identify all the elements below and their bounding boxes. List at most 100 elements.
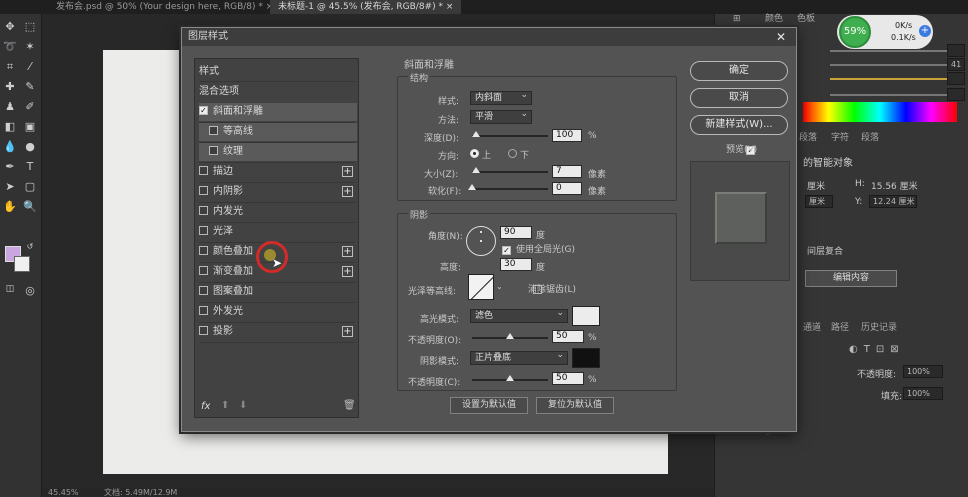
document-tab-2[interactable]: 未标题-1 @ 45.5% (发布会, RGB/8#) * ×: [270, 0, 462, 14]
color-value-g[interactable]: 41: [947, 58, 965, 71]
stamp-tool-icon[interactable]: ♟: [2, 100, 18, 114]
tab-channels[interactable]: 通道: [803, 320, 821, 333]
reset-default-button[interactable]: 复位为默认值: [536, 397, 614, 414]
style-item[interactable]: 描边 +: [199, 163, 357, 181]
shadow-opacity-thumb[interactable]: [506, 375, 514, 381]
dodge-tool-icon[interactable]: ●: [22, 140, 38, 154]
path-select-icon[interactable]: ➤: [2, 180, 18, 194]
healing-brush-icon[interactable]: ✚: [2, 80, 18, 94]
add-effect-icon[interactable]: +: [342, 166, 353, 177]
size-slider[interactable]: [472, 171, 548, 173]
style-item-checkbox[interactable]: [199, 305, 208, 315]
type-tool-icon[interactable]: T: [22, 160, 38, 174]
soften-slider-thumb[interactable]: [468, 184, 476, 190]
depth-slider[interactable]: [472, 135, 548, 137]
gloss-contour-picker[interactable]: [468, 274, 494, 300]
style-item-checkbox[interactable]: [199, 285, 208, 295]
gradient-tool-icon[interactable]: ▣: [22, 120, 38, 134]
layer-filter-icons[interactable]: ◐T⊡⊠: [849, 344, 905, 355]
trash-icon[interactable]: 🗑: [343, 400, 356, 411]
highlight-mode-select[interactable]: 滤色: [470, 307, 568, 323]
tab-history[interactable]: 历史记录: [861, 320, 897, 333]
shape-tool-icon[interactable]: ▢: [22, 180, 38, 194]
altitude-input[interactable]: 30: [500, 258, 532, 271]
add-effect-icon[interactable]: +: [342, 186, 353, 197]
depth-input[interactable]: 100: [552, 129, 582, 142]
tab-paths[interactable]: 路径: [831, 320, 849, 333]
direction-down-radio[interactable]: [508, 149, 517, 158]
style-item[interactable]: 内发光: [199, 203, 357, 221]
soften-input[interactable]: 0: [552, 182, 582, 195]
chevron-down-icon[interactable]: ⌄: [496, 282, 503, 291]
fill-field[interactable]: 100%: [903, 387, 943, 400]
make-default-button[interactable]: 设置为默认值: [450, 397, 528, 414]
move-up-icon[interactable]: ⬆: [221, 400, 229, 411]
add-icon[interactable]: +: [919, 25, 931, 37]
x-field[interactable]: 厘米: [805, 195, 833, 208]
blend-options-item[interactable]: 混合选项: [199, 83, 357, 101]
h-value[interactable]: 15.56 厘米: [871, 179, 918, 192]
tab-character[interactable]: 字符: [831, 130, 849, 143]
lasso-tool-icon[interactable]: ➰: [2, 40, 18, 54]
style-item[interactable]: 光泽: [199, 223, 357, 241]
color-spectrum[interactable]: [803, 102, 957, 122]
blend-field[interactable]: 间层复合: [807, 244, 843, 257]
crop-tool-icon[interactable]: ⌗: [2, 60, 18, 74]
style-select[interactable]: 内斜面: [470, 89, 532, 105]
ok-button[interactable]: 确定: [690, 61, 788, 81]
background-color-swatch[interactable]: [14, 256, 30, 272]
tab-paragraph-2[interactable]: 段落: [861, 130, 879, 143]
size-slider-thumb[interactable]: [472, 167, 480, 173]
tab-color[interactable]: 颜色: [765, 11, 783, 24]
brush-tool-icon[interactable]: ✎: [22, 80, 38, 94]
magic-wand-icon[interactable]: ✶: [22, 40, 38, 54]
highlight-color-swatch[interactable]: [572, 306, 600, 326]
color-slider-r[interactable]: [830, 50, 948, 52]
color-slider-g[interactable]: [830, 64, 948, 66]
tab-close-icon[interactable]: ×: [446, 2, 454, 12]
highlight-opacity-input[interactable]: 50: [552, 330, 584, 343]
color-value-b[interactable]: [947, 72, 965, 85]
style-item[interactable]: 等高线: [199, 123, 357, 141]
color-value-r[interactable]: [947, 44, 965, 57]
style-item-checkbox[interactable]: [199, 265, 208, 275]
style-item-checkbox[interactable]: [199, 205, 208, 215]
tab-paragraph[interactable]: 段落: [799, 130, 817, 143]
pen-tool-icon[interactable]: ✒: [2, 160, 18, 174]
marquee-tool-icon[interactable]: ⬚: [22, 20, 38, 34]
move-down-icon[interactable]: ⬇: [239, 400, 247, 411]
cancel-button[interactable]: 取消: [690, 88, 788, 108]
style-item-checkbox[interactable]: [199, 325, 208, 335]
style-item[interactable]: 外发光: [199, 303, 357, 321]
panel-icon[interactable]: ⊞: [733, 14, 743, 28]
fx-icon[interactable]: fx: [201, 401, 210, 412]
add-effect-icon[interactable]: +: [342, 326, 353, 337]
style-item-checkbox[interactable]: [199, 225, 208, 235]
blur-tool-icon[interactable]: 💧: [2, 140, 18, 154]
color-slider-k[interactable]: [830, 94, 948, 96]
depth-slider-thumb[interactable]: [472, 131, 480, 137]
shadow-color-swatch[interactable]: [572, 348, 600, 368]
close-icon[interactable]: ✕: [774, 30, 788, 44]
opacity-field[interactable]: 100%: [903, 365, 943, 378]
size-input[interactable]: 7: [552, 165, 582, 178]
eyedropper-icon[interactable]: ⁄: [22, 60, 38, 74]
swap-colors-icon[interactable]: ↺: [22, 240, 38, 254]
technique-select[interactable]: 平滑: [470, 108, 532, 124]
shadow-opacity-input[interactable]: 50: [552, 372, 584, 385]
color-value-k[interactable]: [947, 88, 965, 101]
highlight-opacity-thumb[interactable]: [506, 333, 514, 339]
styles-header[interactable]: 样式: [199, 63, 357, 81]
shadow-mode-select[interactable]: 正片叠底: [470, 349, 568, 365]
y-field[interactable]: 12.24 厘米: [869, 195, 917, 208]
style-item[interactable]: 投影 +: [199, 323, 357, 341]
zoom-tool-icon[interactable]: 🔍: [22, 200, 38, 214]
history-brush-icon[interactable]: ✐: [22, 100, 38, 114]
edit-contents-button[interactable]: 编辑内容: [805, 270, 897, 287]
angle-dial[interactable]: [466, 226, 496, 256]
add-effect-icon[interactable]: +: [342, 266, 353, 277]
tab-swatches[interactable]: 色板: [797, 11, 815, 24]
color-slider-b[interactable]: [830, 78, 948, 80]
style-item-checkbox[interactable]: [199, 165, 208, 175]
default-colors-icon[interactable]: ◫: [2, 282, 18, 296]
